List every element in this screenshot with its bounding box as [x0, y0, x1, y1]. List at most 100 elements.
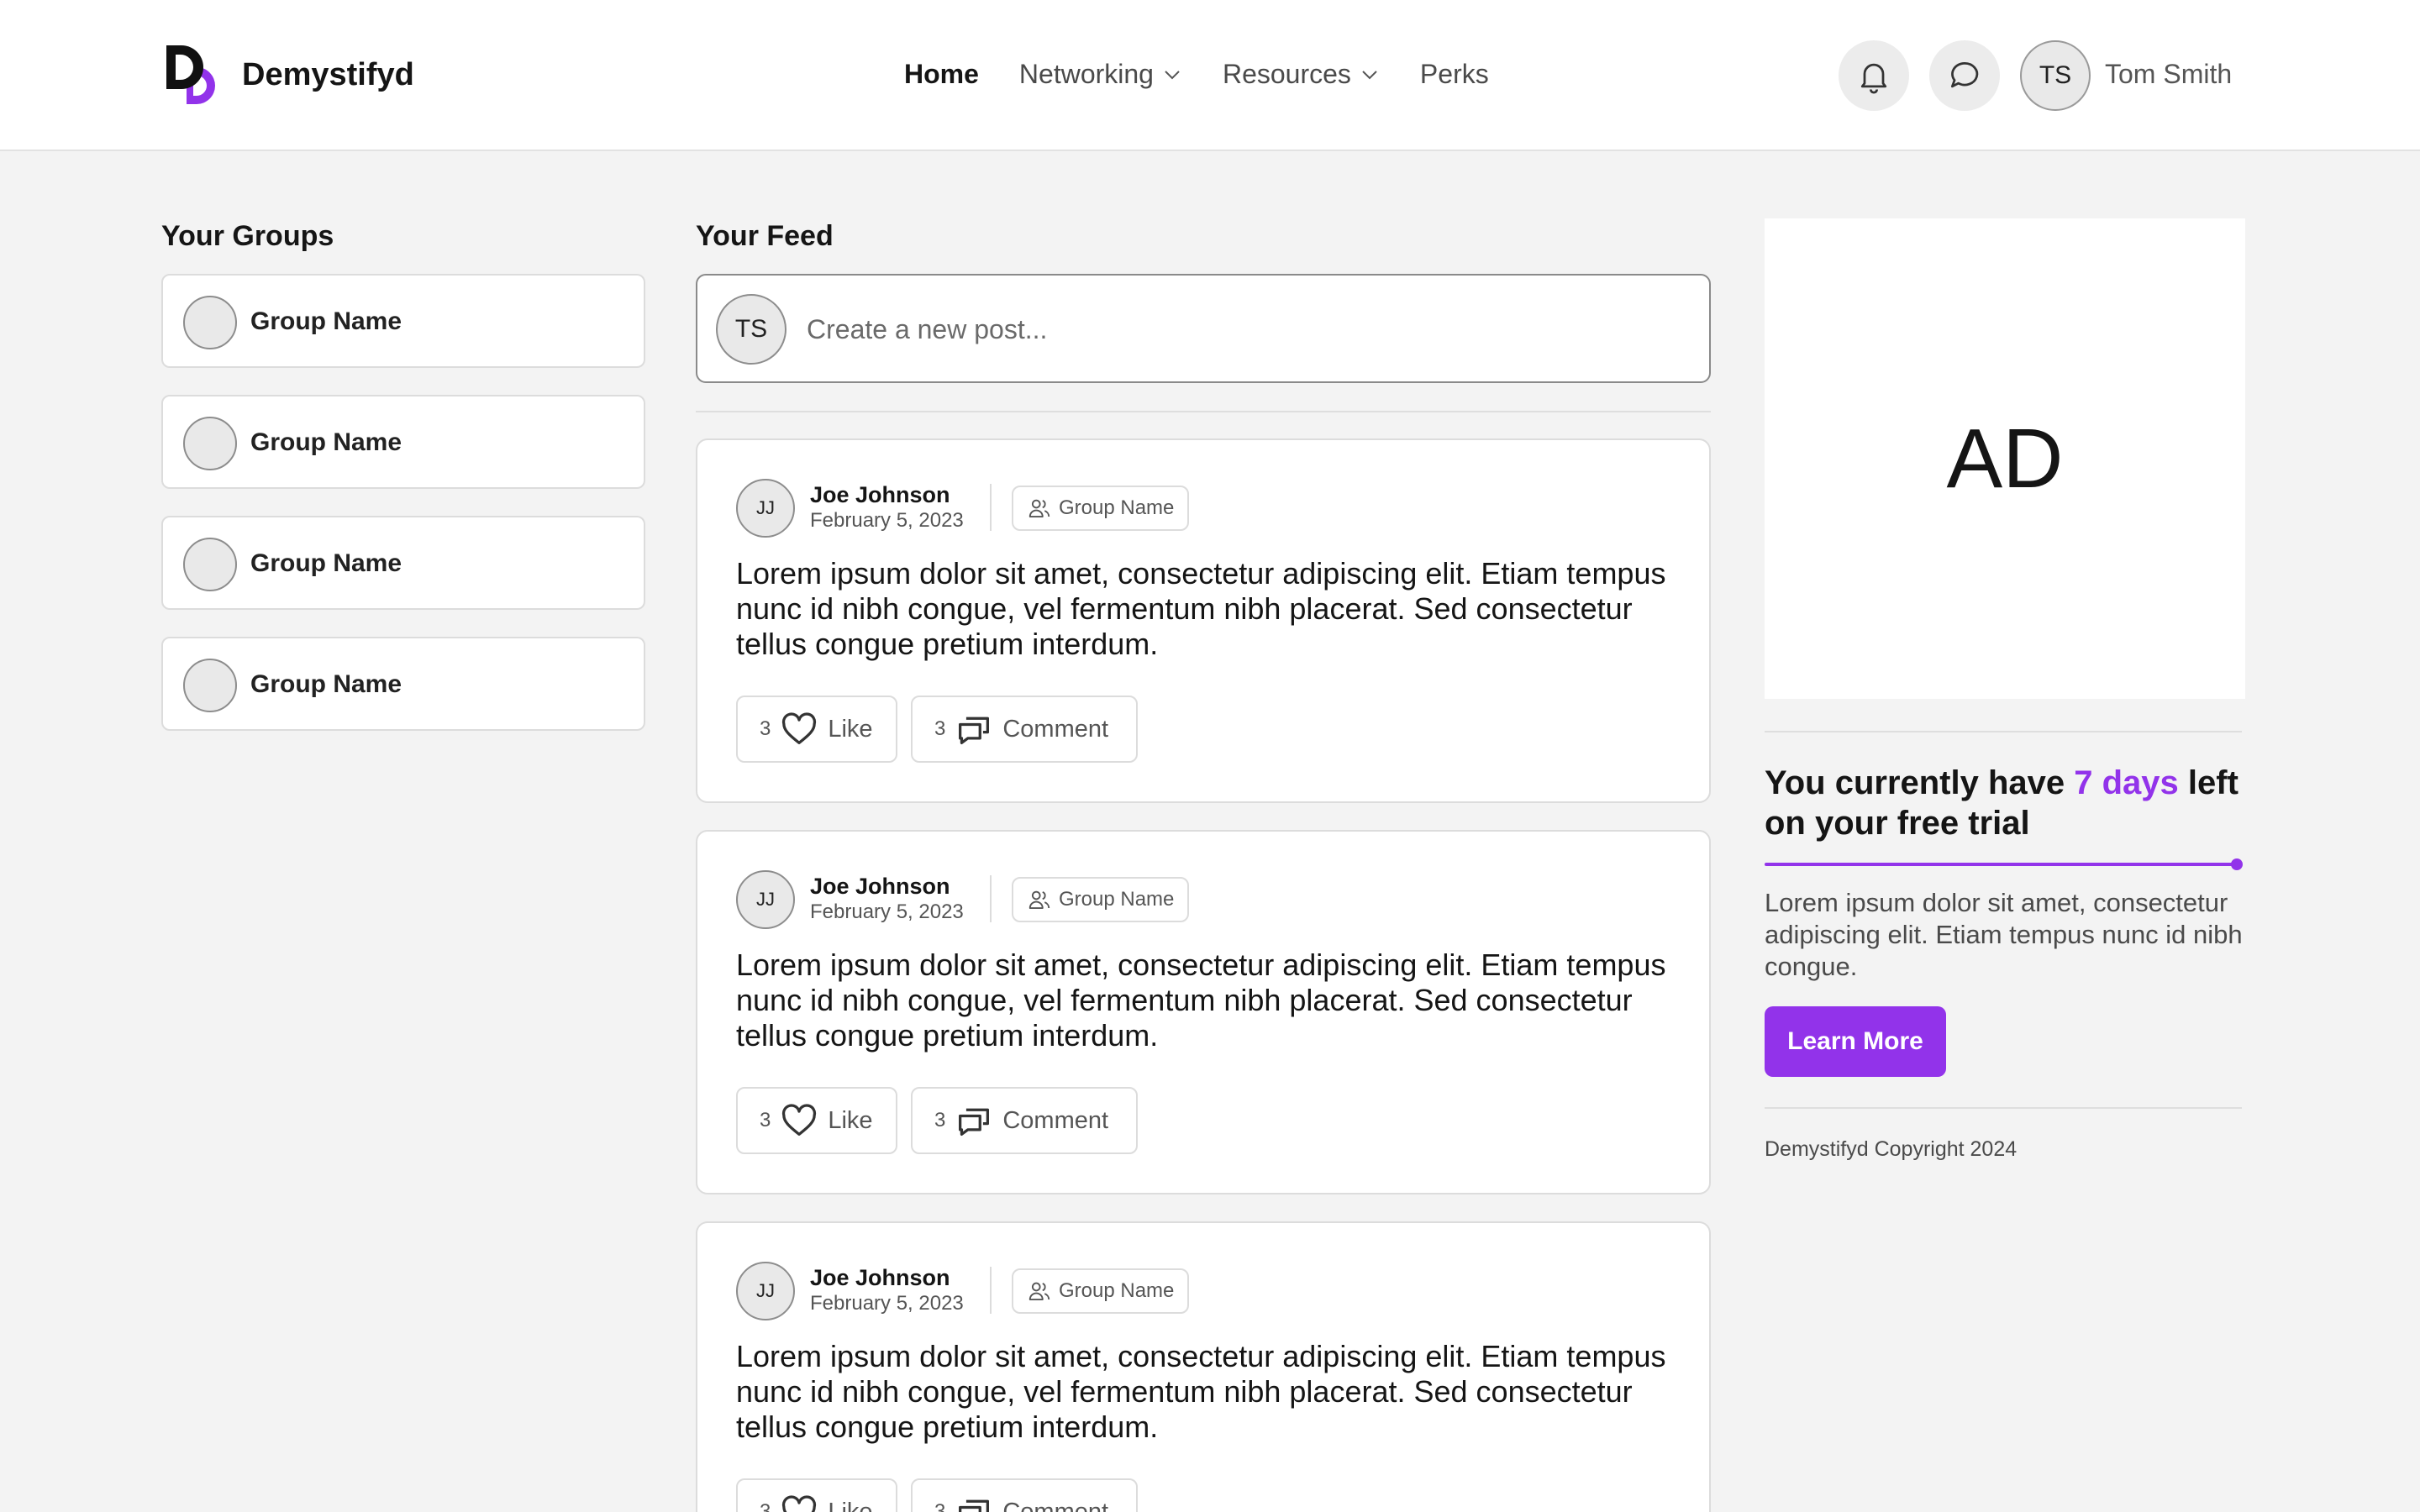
post-group-tag[interactable]: Group Name: [1012, 486, 1190, 531]
group-card[interactable]: Group Name: [161, 516, 645, 610]
post-group-name: Group Name: [1059, 888, 1175, 911]
trial-prefix: You currently have: [1765, 764, 2075, 801]
group-name: Group Name: [250, 428, 402, 456]
comment-button[interactable]: 3 Comment: [911, 1478, 1138, 1512]
nav-resources-label: Resources: [1222, 59, 1351, 89]
group-avatar: [183, 659, 237, 712]
sidebar-divider: [1765, 731, 2242, 732]
heart-icon: [782, 1104, 817, 1136]
post-body: Lorem ipsum dolor sit amet, consectetur …: [736, 948, 1666, 1053]
like-count: 3: [760, 1500, 771, 1512]
ad-label: AD: [1946, 411, 2064, 506]
trial-progress-bar: [1765, 863, 2237, 866]
group-name: Group Name: [250, 307, 402, 335]
like-button[interactable]: 3 Like: [736, 696, 897, 763]
top-navbar: Demystifyd Home Networking Resources Per…: [0, 0, 2420, 151]
users-icon: [1028, 499, 1050, 517]
like-button[interactable]: 3 Like: [736, 1478, 897, 1512]
feed-title: Your Feed: [696, 220, 834, 252]
group-card[interactable]: Group Name: [161, 274, 645, 368]
post-header-divider: [990, 484, 992, 531]
post-date: February 5, 2023: [810, 509, 964, 532]
heart-icon: [782, 1495, 817, 1512]
nav-perks-label: Perks: [1419, 59, 1489, 89]
users-icon: [1028, 1282, 1050, 1300]
chevron-down-icon: [1165, 70, 1180, 79]
like-count: 3: [760, 1109, 771, 1131]
trial-progress-handle: [2231, 858, 2243, 870]
post-group-tag[interactable]: Group Name: [1012, 877, 1190, 922]
post-card: JJ Joe Johnson February 5, 2023 Group Na…: [696, 830, 1711, 1194]
trial-days: 7 days: [2074, 764, 2179, 801]
like-label: Like: [828, 1106, 873, 1134]
like-label: Like: [828, 1498, 873, 1512]
users-icon: [1028, 890, 1050, 909]
demystifyd-logo[interactable]: [165, 42, 224, 109]
comments-icon: [959, 1499, 990, 1512]
like-button[interactable]: 3 Like: [736, 1087, 897, 1154]
post-header-divider: [990, 875, 992, 922]
ad-banner[interactable]: AD: [1765, 218, 2245, 699]
group-name: Group Name: [250, 670, 402, 698]
nav-home[interactable]: Home: [904, 59, 979, 90]
new-post-composer[interactable]: TS Create a new post...: [696, 274, 1711, 383]
post-author[interactable]: Joe Johnson: [810, 1265, 950, 1291]
user-name[interactable]: Tom Smith: [2105, 59, 2232, 90]
comment-count: 3: [934, 1109, 946, 1131]
sidebar-divider: [1765, 1107, 2242, 1109]
group-card[interactable]: Group Name: [161, 637, 645, 731]
author-avatar[interactable]: JJ: [736, 1262, 795, 1320]
comment-label: Comment: [1002, 715, 1109, 743]
post-group-tag[interactable]: Group Name: [1012, 1268, 1190, 1314]
groups-title: Your Groups: [161, 220, 334, 252]
author-avatar[interactable]: JJ: [736, 870, 795, 929]
post-group-name: Group Name: [1059, 1279, 1175, 1302]
like-count: 3: [760, 717, 771, 740]
group-avatar: [183, 417, 237, 470]
post-date: February 5, 2023: [810, 1292, 964, 1315]
copyright-text: Demystifyd Copyright 2024: [1765, 1137, 2018, 1161]
post-author[interactable]: Joe Johnson: [810, 482, 950, 508]
post-card: JJ Joe Johnson February 5, 2023 Group Na…: [696, 1221, 1711, 1512]
like-label: Like: [828, 715, 873, 743]
trial-heading: You currently have 7 days left on your f…: [1765, 763, 2245, 843]
bell-icon: [1860, 63, 1887, 94]
chat-bubble-icon: [1950, 61, 1979, 88]
feed-divider: [696, 411, 1711, 412]
post-body: Lorem ipsum dolor sit amet, consectetur …: [736, 1339, 1666, 1444]
learn-more-button[interactable]: Learn More: [1765, 1006, 1946, 1077]
group-card[interactable]: Group Name: [161, 395, 645, 489]
brand-name[interactable]: Demystifyd: [242, 57, 414, 93]
post-date: February 5, 2023: [810, 900, 964, 923]
group-name: Group Name: [250, 549, 402, 577]
nav-resources[interactable]: Resources: [1223, 59, 1380, 90]
group-avatar: [183, 538, 237, 591]
nav-perks[interactable]: Perks: [1420, 59, 1489, 90]
comment-button[interactable]: 3 Comment: [911, 696, 1138, 763]
group-avatar: [183, 296, 237, 349]
heart-icon: [782, 712, 817, 744]
trial-description: Lorem ipsum dolor sit amet, consectetur …: [1765, 888, 2243, 981]
composer-avatar: TS: [716, 294, 786, 365]
comment-label: Comment: [1002, 1498, 1109, 1512]
comment-count: 3: [934, 1500, 946, 1512]
nav-networking-label: Networking: [1018, 59, 1154, 89]
post-header-divider: [990, 1267, 992, 1314]
notifications-button[interactable]: [1839, 40, 1909, 111]
nav-networking[interactable]: Networking: [1019, 59, 1182, 90]
comment-button[interactable]: 3 Comment: [911, 1087, 1138, 1154]
nav-home-label: Home: [904, 59, 979, 89]
chevron-down-icon: [1362, 70, 1377, 79]
comment-label: Comment: [1002, 1106, 1109, 1134]
new-post-input[interactable]: Create a new post...: [807, 314, 1047, 345]
post-card: JJ Joe Johnson February 5, 2023 Group Na…: [696, 438, 1711, 803]
messages-button[interactable]: [1929, 40, 2000, 111]
user-avatar[interactable]: TS: [2020, 40, 2091, 111]
post-group-name: Group Name: [1059, 496, 1175, 519]
post-body: Lorem ipsum dolor sit amet, consectetur …: [736, 556, 1666, 661]
comments-icon: [959, 1108, 990, 1136]
author-avatar[interactable]: JJ: [736, 479, 795, 538]
comments-icon: [959, 717, 990, 744]
main-nav: Home Networking Resources Perks: [904, 59, 1489, 90]
post-author[interactable]: Joe Johnson: [810, 874, 950, 900]
